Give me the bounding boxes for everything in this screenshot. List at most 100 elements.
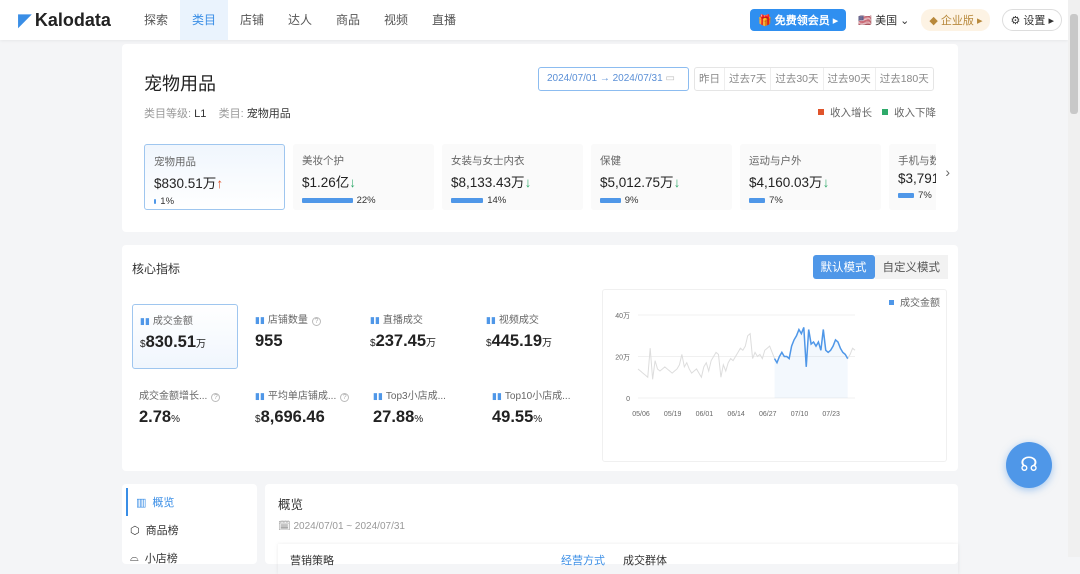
metric-value: 27.88%: [373, 408, 424, 426]
legend-label[interactable]: 成交金额: [900, 296, 940, 309]
category-tab[interactable]: 运动与户外 $4,160.03万↓ 7%: [740, 144, 881, 210]
metric-label: Top3小店成...: [385, 391, 446, 402]
data-point[interactable]: [742, 343, 748, 349]
x-tick-label: 07/10: [791, 411, 809, 418]
help-icon[interactable]: ?: [311, 317, 321, 326]
data-point[interactable]: [723, 368, 729, 374]
date-range-picker[interactable]: 2024/07/01 → 2024/07/31 ▭: [538, 67, 689, 91]
data-point[interactable]: [650, 376, 656, 382]
col-operation[interactable]: 经营方式: [561, 552, 605, 568]
quick-range-button[interactable]: 过去180天: [874, 68, 933, 90]
section-title: 核心指标: [132, 262, 181, 276]
bar-chart-icon: ▮▮: [370, 315, 380, 325]
metric-card[interactable]: ▮▮ 平均单店铺成...? $8,696.46: [248, 380, 354, 445]
logo[interactable]: ◤ Kalodata: [18, 10, 111, 31]
share: 22%: [302, 195, 425, 206]
data-point[interactable]: [715, 351, 721, 357]
help-icon[interactable]: ?: [340, 393, 350, 402]
data-point[interactable]: [747, 331, 753, 337]
metric-card[interactable]: ▮▮ 视频成交 $445.19万: [479, 304, 585, 369]
data-point[interactable]: [652, 358, 658, 364]
data-point[interactable]: [718, 374, 724, 380]
nav-tab[interactable]: 探索: [132, 0, 180, 40]
share-bar: [302, 198, 353, 203]
legend-swatch: [889, 300, 894, 305]
settings-button[interactable]: ⚙ 设置 ▸: [1002, 9, 1062, 31]
data-point[interactable]: [835, 339, 841, 345]
region-select[interactable]: 🇺🇸 美国 ⌄: [858, 12, 909, 28]
gear-icon: ⚙: [1010, 15, 1021, 27]
metric-label: 直播成交: [382, 315, 423, 326]
metric-card[interactable]: ▮▮ 直播成交 $237.45万: [363, 304, 469, 369]
category-name: 保健: [600, 155, 621, 167]
custom-mode-button[interactable]: 自定义模式: [874, 255, 948, 279]
category-value: $8,133.43万↓: [451, 175, 532, 190]
bar-chart-icon: ▮▮: [492, 391, 502, 401]
category-tab[interactable]: 宠物用品 $830.51万↑ 1%: [144, 144, 285, 210]
nav-tab[interactable]: 达人: [276, 0, 324, 40]
data-point[interactable]: [698, 374, 704, 380]
nav-tab[interactable]: 店铺: [228, 0, 276, 40]
data-point[interactable]: [769, 349, 775, 355]
data-point[interactable]: [789, 343, 795, 349]
help-icon[interactable]: ?: [211, 393, 221, 402]
metric-value: 955: [255, 332, 283, 350]
data-point[interactable]: [830, 343, 836, 349]
category-name: 女装与女士内衣: [451, 155, 525, 167]
category-tab[interactable]: 手机与数码 $3,791 7%: [889, 144, 936, 210]
data-point[interactable]: [852, 347, 858, 353]
sidebar: ▥ 概览 ⬡ 商品榜 ⌓ 小店榜: [122, 484, 257, 565]
metric-card[interactable]: ▮▮ Top10小店成... 49.55%: [485, 380, 591, 445]
sidebar-item[interactable]: ⌓ 小店榜: [122, 544, 257, 572]
nav-tab[interactable]: 直播: [420, 0, 468, 40]
data-point[interactable]: [820, 327, 826, 333]
nav-tab[interactable]: 商品: [324, 0, 372, 40]
default-mode-button[interactable]: 默认模式: [812, 255, 875, 279]
category-tab[interactable]: 保健 $5,012.75万↓ 9%: [591, 144, 732, 210]
customer-service-button[interactable]: ☊: [1006, 442, 1052, 488]
metric-card[interactable]: ▮▮ Top3小店成... 27.88%: [366, 380, 472, 445]
data-point[interactable]: [679, 351, 685, 357]
trend-arrow-icon: ↓: [673, 175, 681, 190]
data-point[interactable]: [767, 343, 773, 349]
quick-range-button[interactable]: 昨日: [695, 68, 724, 90]
metric-card[interactable]: ▮▮ 成交金额 $830.51万: [132, 304, 238, 369]
sidebar-item[interactable]: ⬡ 商品榜: [122, 516, 257, 544]
data-point[interactable]: [786, 356, 792, 362]
data-point[interactable]: [647, 345, 653, 351]
quick-range-button[interactable]: 过去90天: [822, 68, 875, 90]
scrollbar[interactable]: [1068, 0, 1080, 557]
nav-tab[interactable]: 视频: [372, 0, 420, 40]
chevron-right-icon[interactable]: ›: [945, 164, 950, 180]
quick-range-button[interactable]: 过去7天: [724, 68, 770, 90]
category-tab[interactable]: 女装与女士内衣 $8,133.43万↓ 14%: [442, 144, 583, 210]
data-point[interactable]: [774, 360, 780, 366]
data-point[interactable]: [798, 331, 804, 337]
category-value: $5,012.75万↓: [600, 175, 681, 190]
metric-card[interactable]: 成交金额增长...? 2.78%: [132, 380, 238, 445]
metric-value: $237.45万: [370, 332, 437, 350]
us-flag-icon: 🇺🇸: [858, 15, 873, 27]
top-nav: ◤ Kalodata 探索 类目 店铺 达人 商品 视频 直播 🎁 免费领会员 ▸ 🇺🇸 美国…: [0, 0, 1068, 40]
category-tab[interactable]: 美妆个护 $1.26亿↓ 22%: [293, 144, 434, 210]
data-point[interactable]: [684, 360, 690, 366]
data-point[interactable]: [759, 356, 765, 362]
free-vip-button[interactable]: 🎁 免费领会员 ▸: [749, 9, 847, 31]
enterprise-button[interactable]: ◆ 企业版 ▸: [921, 9, 991, 31]
metric-label: 成交金额: [152, 316, 193, 327]
data-point[interactable]: [847, 351, 853, 357]
quick-range-button[interactable]: 过去30天: [770, 68, 822, 90]
scrollbar-thumb[interactable]: [1070, 14, 1078, 114]
metric-card[interactable]: ▮▮ 店铺数量? 955: [248, 304, 354, 369]
nav-tab[interactable]: 类目: [180, 0, 228, 40]
sidebar-item[interactable]: ▥ 概览: [126, 488, 257, 516]
share-bar: [898, 193, 915, 198]
data-point[interactable]: [803, 364, 809, 370]
data-point[interactable]: [806, 327, 812, 333]
overview-date: 🗓 2024/07/01 ~ 2024/07/31: [278, 521, 405, 532]
trend-arrow-icon: ↓: [524, 175, 532, 190]
overview-title: 概览: [278, 498, 304, 512]
sidebar-icon: ▥: [136, 496, 147, 509]
data-point[interactable]: [815, 339, 821, 345]
data-point[interactable]: [706, 368, 712, 374]
